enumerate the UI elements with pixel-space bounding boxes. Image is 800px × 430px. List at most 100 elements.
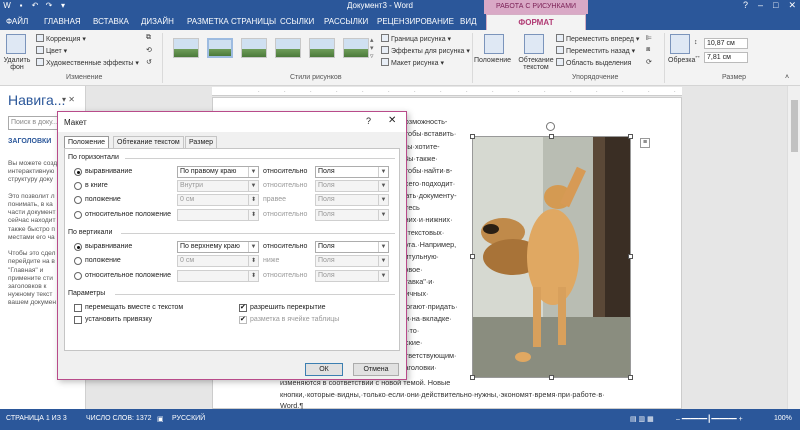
picture-effects-button[interactable]: Эффекты для рисунка ▾ (381, 46, 470, 55)
resize-handle[interactable] (628, 375, 633, 380)
maximize-icon[interactable]: □ (773, 0, 778, 11)
h-relative-position-relative-select[interactable]: Поля ▼ (315, 209, 389, 221)
v-absolute-position-relative-select[interactable]: Поля ▼ (315, 255, 389, 267)
ok-button[interactable]: ОК (305, 363, 343, 376)
undo-icon[interactable]: ↶ (30, 1, 40, 10)
help-icon[interactable]: ? (743, 0, 748, 11)
wrap-text-icon[interactable] (524, 34, 544, 54)
tab-text-wrapping[interactable]: Обтекание текстом (113, 136, 184, 148)
change-picture-icon[interactable]: ⟲ (146, 46, 152, 54)
h-book-layout-select[interactable]: Внутри ▼ (177, 180, 259, 192)
picture-style-thumb[interactable] (343, 38, 369, 58)
h-relative-position-input[interactable]: ⬍ (177, 209, 259, 221)
nav-pane-options-icon[interactable]: ▾ ✕ (62, 95, 75, 104)
v-alignment-select[interactable]: По верхнему краю ▼ (177, 241, 259, 253)
page-count[interactable]: СТРАНИЦА 1 ИЗ 3 (6, 415, 67, 422)
tab-mailings[interactable]: РАССЫЛКИ (320, 14, 372, 30)
corrections-button[interactable]: Коррекция ▾ (36, 34, 86, 43)
picture-style-thumb[interactable] (309, 38, 335, 58)
resize-handle[interactable] (470, 134, 475, 139)
layout-in-table-cell-checkbox[interactable] (239, 315, 247, 324)
picture-style-thumb[interactable] (207, 38, 233, 58)
collapse-ribbon-icon[interactable]: ˄ (785, 74, 789, 81)
save-icon[interactable]: ▪ (16, 1, 26, 10)
v-alignment-radio[interactable] (74, 243, 82, 251)
layout-options-icon[interactable]: ≡ (640, 138, 650, 148)
h-alignment-radio[interactable] (74, 168, 82, 176)
nav-tab-headings[interactable]: ЗАГОЛОВКИ (8, 138, 51, 145)
v-absolute-position-input[interactable]: 0 см ⬍ (177, 255, 259, 267)
horizontal-ruler[interactable]: · · · · · · · · · · · · · · · · · (212, 87, 682, 96)
color-button[interactable]: Цвет ▾ (36, 46, 67, 55)
width-input[interactable]: 7,81 см (704, 52, 748, 63)
styles-gallery-scroll-icon[interactable]: ▴ ▾ ▿ (370, 36, 374, 60)
rotate-icon[interactable]: ⟳ (646, 58, 652, 66)
language-indicator[interactable]: РУССКИЙ (172, 415, 205, 422)
redo-icon[interactable]: ↷ (44, 1, 54, 10)
minimize-icon[interactable]: – (758, 0, 763, 11)
tab-file[interactable]: ФАЙЛ (2, 14, 33, 30)
tab-view[interactable]: ВИД (456, 14, 481, 30)
compress-icon[interactable]: ⧉ (146, 34, 151, 42)
resize-handle[interactable] (628, 254, 633, 259)
h-relative-position-radio[interactable] (74, 211, 82, 219)
reset-picture-icon[interactable]: ↺ (146, 58, 152, 66)
view-buttons-icon[interactable]: ▤ ▥ ▦ (630, 415, 654, 423)
customize-qat-icon[interactable]: ▾ (58, 1, 68, 10)
picture-style-thumb[interactable] (241, 38, 267, 58)
align-icon[interactable]: ⊫ (646, 34, 652, 42)
h-absolute-position-radio[interactable] (74, 196, 82, 204)
resize-handle[interactable] (470, 375, 475, 380)
word-count[interactable]: ЧИСЛО СЛОВ: 1372 (86, 415, 152, 422)
resize-handle[interactable] (470, 254, 475, 259)
crop-icon[interactable] (670, 34, 690, 54)
proofing-icon[interactable]: ▣ (157, 415, 164, 423)
resize-handle[interactable] (549, 375, 554, 380)
dialog-help-icon[interactable]: ? (366, 116, 371, 126)
v-relative-position-input[interactable]: ⬍ (177, 270, 259, 282)
picture-layout-button[interactable]: Макет рисунка ▾ (381, 58, 444, 67)
h-book-layout-radio[interactable] (74, 182, 82, 190)
scrollbar-thumb[interactable] (791, 100, 798, 152)
picture-style-thumb[interactable] (275, 38, 301, 58)
v-relative-position-radio[interactable] (74, 272, 82, 280)
wrap-text-button[interactable]: Обтекание текстом (516, 57, 556, 71)
v-absolute-position-radio[interactable] (74, 257, 82, 265)
group-icon[interactable]: ⧈ (646, 46, 650, 54)
remove-background-button[interactable]: Удалить фон (2, 57, 32, 71)
resize-handle[interactable] (628, 134, 633, 139)
lock-anchor-checkbox[interactable] (74, 316, 82, 324)
position-icon[interactable] (484, 34, 504, 54)
h-book-layout-relative-select[interactable]: Поля ▼ (315, 180, 389, 192)
crop-button[interactable]: Обрезка (668, 57, 695, 64)
h-absolute-position-relative-select[interactable]: Поля ▼ (315, 194, 389, 206)
bring-forward-button[interactable]: Переместить вперед ▾ (556, 34, 639, 43)
tab-review[interactable]: РЕЦЕНЗИРОВАНИЕ (373, 14, 458, 30)
rotate-handle-icon[interactable] (546, 122, 555, 131)
position-button[interactable]: Положение (474, 57, 511, 64)
tab-format[interactable]: ФОРМАТ (486, 14, 586, 30)
h-absolute-position-input[interactable]: 0 см ⬍ (177, 194, 259, 206)
artistic-effects-button[interactable]: Художественные эффекты ▾ (36, 58, 139, 67)
tab-page-layout[interactable]: РАЗМЕТКА СТРАНИЦЫ (183, 14, 280, 30)
h-alignment-select[interactable]: По правому краю ▼ (177, 166, 259, 178)
allow-overlap-checkbox[interactable] (239, 303, 247, 312)
tab-design[interactable]: ДИЗАЙН (137, 14, 178, 30)
vertical-scrollbar[interactable] (787, 86, 800, 409)
zoom-level[interactable]: 100% (774, 415, 792, 422)
move-with-text-checkbox[interactable] (74, 304, 82, 312)
close-icon[interactable]: ✕ (788, 0, 796, 11)
zoom-slider[interactable]: – ━━━━━━┃━━━━━━ + (676, 415, 743, 423)
resize-handle[interactable] (549, 134, 554, 139)
selection-pane-button[interactable]: Область выделения (556, 58, 631, 67)
h-alignment-relative-select[interactable]: Поля ▼ (315, 166, 389, 178)
inserted-picture[interactable] (472, 136, 631, 378)
tab-size[interactable]: Размер (185, 136, 218, 148)
remove-background-icon[interactable] (6, 34, 26, 54)
tab-home[interactable]: ГЛАВНАЯ (40, 14, 85, 30)
v-alignment-relative-select[interactable]: Поля ▼ (315, 241, 389, 253)
cancel-button[interactable]: Отмена (353, 363, 399, 376)
height-input[interactable]: 10,87 см (704, 38, 748, 49)
picture-border-button[interactable]: Граница рисунка ▾ (381, 34, 451, 43)
send-backward-button[interactable]: Переместить назад ▾ (556, 46, 635, 55)
